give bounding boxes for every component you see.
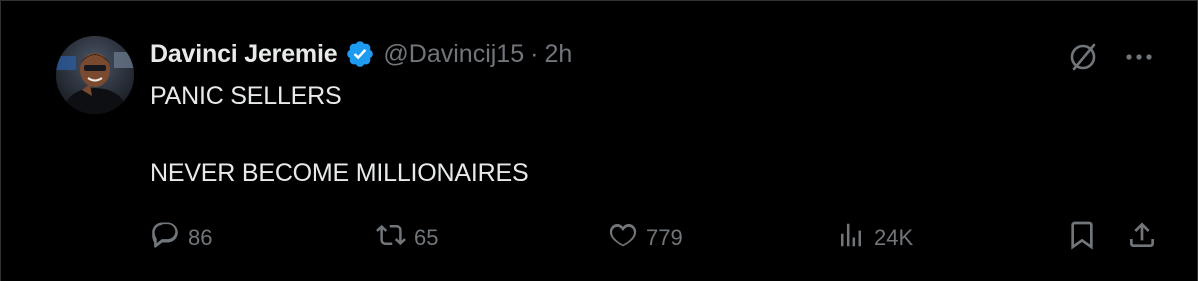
- repost-count: 65: [414, 225, 439, 250]
- reply-button[interactable]: 86: [150, 218, 212, 258]
- analytics-icon: [836, 220, 866, 256]
- verified-badge-icon[interactable]: [345, 39, 375, 69]
- views-button[interactable]: 24K: [836, 218, 913, 258]
- tweet-text-line: NEVER BECOME MILLIONAIRES: [150, 159, 529, 187]
- action-bar: 86 65 779 24K: [150, 218, 1166, 258]
- repost-icon: [376, 220, 406, 256]
- author-display-name[interactable]: Davinci Jeremie: [150, 40, 338, 69]
- header-actions: [1064, 38, 1158, 76]
- bookmark-button[interactable]: [1066, 218, 1098, 258]
- avatar-photo: [56, 36, 134, 114]
- author-handle[interactable]: @Davincij15: [383, 40, 524, 69]
- like-button[interactable]: 779: [608, 218, 683, 258]
- heart-icon: [608, 220, 638, 256]
- more-icon[interactable]: [1120, 38, 1158, 76]
- tweet-text: PANIC SELLERS NEVER BECOME MILLIONAIRES: [150, 80, 1130, 190]
- timestamp[interactable]: 2h: [544, 40, 572, 69]
- share-button[interactable]: [1126, 218, 1158, 258]
- tweet-header: Davinci Jeremie @Davincij15 · 2h: [150, 37, 572, 71]
- avatar[interactable]: [56, 36, 134, 114]
- views-count: 24K: [874, 225, 914, 250]
- tweet-text-line: PANIC SELLERS: [150, 82, 342, 110]
- repost-button[interactable]: 65: [376, 218, 438, 258]
- reply-icon: [150, 220, 180, 256]
- reply-count: 86: [188, 225, 213, 250]
- like-count: 779: [646, 225, 683, 250]
- bookmark-icon: [1066, 219, 1098, 257]
- share-icon: [1126, 219, 1158, 257]
- separator-dot: ·: [530, 39, 539, 68]
- tweet-card[interactable]: Davinci Jeremie @Davincij15 · 2h PANIC S…: [0, 0, 1198, 281]
- grok-icon[interactable]: [1064, 38, 1102, 76]
